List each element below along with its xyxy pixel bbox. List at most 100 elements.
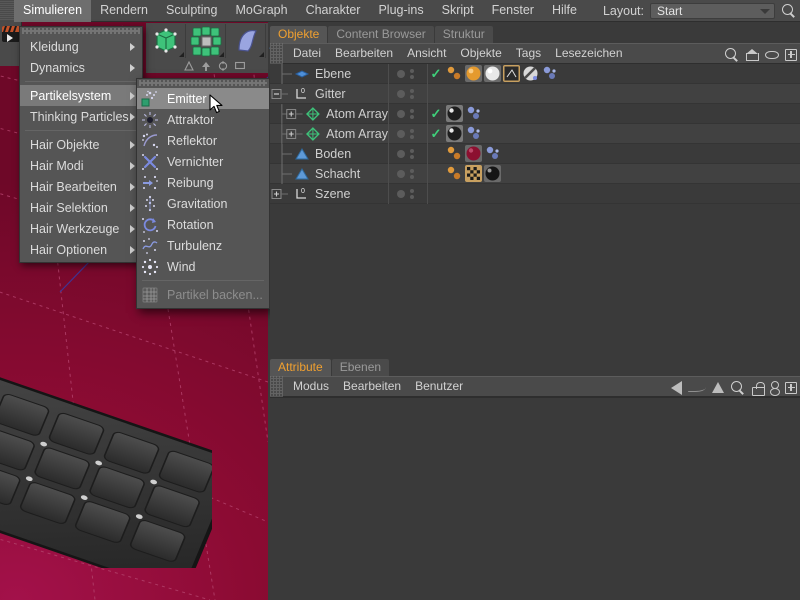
eye-icon[interactable] bbox=[765, 50, 779, 59]
tag-group[interactable] bbox=[444, 125, 482, 142]
visibility-dots[interactable] bbox=[388, 163, 428, 184]
menu-item-attraktor[interactable]: Attraktor bbox=[137, 109, 269, 130]
menu-tearoff-handle[interactable] bbox=[22, 28, 140, 34]
simulieren-dropdown-menu[interactable]: Kleidung Dynamics Partikelsystem Thinkin… bbox=[19, 26, 143, 263]
table-row[interactable]: Ebene ✓ bbox=[270, 64, 800, 84]
layout-dropdown[interactable]: Start bbox=[650, 3, 775, 19]
black-material-tag[interactable] bbox=[484, 165, 501, 182]
visibility-dots[interactable] bbox=[388, 103, 428, 124]
add-box-icon[interactable] bbox=[785, 48, 797, 61]
white-material-tag[interactable] bbox=[484, 65, 501, 82]
xpresso-tag[interactable] bbox=[465, 125, 482, 142]
editor-visibility-dot[interactable] bbox=[397, 109, 405, 118]
visibility-dots[interactable] bbox=[388, 183, 428, 204]
axis-icon[interactable] bbox=[184, 61, 194, 71]
panel-grip[interactable] bbox=[270, 43, 283, 64]
primitives-toolbar[interactable] bbox=[146, 23, 305, 59]
render-visibility-dots[interactable] bbox=[410, 148, 414, 159]
am-menu-modus[interactable]: Modus bbox=[286, 376, 336, 397]
home-icon[interactable] bbox=[746, 48, 759, 61]
tab-content-browser[interactable]: Content Browser bbox=[328, 26, 434, 43]
attribute-manager-header-icons[interactable] bbox=[671, 377, 797, 398]
object-manager-menu-bar[interactable]: Datei Bearbeiten Ansicht Objekte Tags Le… bbox=[270, 43, 800, 64]
menu-item-partikelsystem[interactable]: Partikelsystem bbox=[20, 85, 142, 106]
menu-simulieren[interactable]: Simulieren bbox=[14, 0, 92, 22]
tag-group[interactable] bbox=[444, 105, 482, 122]
tab-objekte[interactable]: Objekte bbox=[270, 26, 328, 43]
visibility-dots[interactable] bbox=[388, 143, 428, 164]
editor-visibility-dot[interactable] bbox=[397, 69, 405, 78]
search-icon[interactable] bbox=[781, 3, 797, 19]
enable-check-icon[interactable]: ✓ bbox=[428, 106, 444, 122]
table-row[interactable]: Boden bbox=[270, 143, 800, 164]
am-menu-bearbeiten[interactable]: Bearbeiten bbox=[336, 376, 408, 397]
enable-check-icon[interactable]: ✓ bbox=[428, 126, 444, 142]
menu-item-hair-werkzeuge[interactable]: Hair Werkzeuge bbox=[20, 218, 142, 239]
om-menu-ansicht[interactable]: Ansicht bbox=[400, 43, 453, 64]
tab-ebenen[interactable]: Ebenen bbox=[331, 359, 390, 376]
point-cache-tag[interactable] bbox=[446, 165, 463, 182]
menu-sculpting[interactable]: Sculpting bbox=[157, 0, 226, 22]
texture-restrict-tag[interactable] bbox=[503, 65, 520, 82]
render-visibility-dots[interactable] bbox=[410, 168, 414, 179]
attribute-manager[interactable]: Attribute Ebenen Modus Bearbeiten Benutz… bbox=[270, 358, 800, 600]
menu-item-hair-selektion[interactable]: Hair Selektion bbox=[20, 197, 142, 218]
menubar-grip[interactable] bbox=[0, 0, 14, 22]
layout-selector-group[interactable]: Layout: Start bbox=[603, 0, 800, 22]
om-menu-tags[interactable]: Tags bbox=[509, 43, 548, 64]
menu-charakter[interactable]: Charakter bbox=[297, 0, 370, 22]
tab-attribute[interactable]: Attribute bbox=[270, 359, 331, 376]
object-row-name[interactable]: 0 Szene bbox=[270, 184, 388, 204]
tag-group[interactable] bbox=[444, 145, 501, 162]
person-icon[interactable] bbox=[769, 381, 780, 396]
point-cache-tag[interactable] bbox=[446, 65, 463, 82]
object-row-name[interactable]: Atom Array bbox=[270, 123, 388, 144]
object-row-name[interactable]: Atom Array bbox=[270, 103, 388, 124]
menu-item-dynamics[interactable]: Dynamics bbox=[20, 57, 142, 78]
visibility-dots[interactable] bbox=[388, 83, 428, 104]
xpresso-tag[interactable] bbox=[541, 65, 558, 82]
menu-item-hair-modi[interactable]: Hair Modi bbox=[20, 155, 142, 176]
enable-check-icon[interactable]: ✓ bbox=[428, 66, 444, 82]
menu-item-thinking-particles[interactable]: Thinking Particles bbox=[20, 106, 142, 127]
add-box-icon[interactable] bbox=[785, 381, 797, 394]
orange-material-tag[interactable] bbox=[465, 65, 482, 82]
up-arrow-icon[interactable] bbox=[712, 382, 724, 393]
table-row[interactable]: 0 Szene bbox=[270, 183, 800, 204]
object-row-name[interactable]: Schacht bbox=[270, 163, 388, 184]
red-material-tag[interactable] bbox=[465, 145, 482, 162]
render-visibility-dots[interactable] bbox=[410, 188, 414, 199]
menu-item-hair-optionen[interactable]: Hair Optionen bbox=[20, 239, 142, 260]
search-icon[interactable] bbox=[730, 380, 746, 396]
stripe-material-tag[interactable] bbox=[522, 65, 539, 82]
editor-visibility-dot[interactable] bbox=[397, 89, 405, 98]
main-menu-bar[interactable]: Simulieren Rendern Sculpting MoGraph Cha… bbox=[0, 0, 800, 22]
object-row-name[interactable]: 0 Gitter bbox=[270, 84, 388, 104]
table-row[interactable]: Atom Array ✓ bbox=[270, 103, 800, 124]
menu-item-emitter[interactable]: Emitter bbox=[137, 88, 269, 109]
menu-item-partikel-backen[interactable]: Partikel backen... bbox=[137, 284, 269, 305]
object-manager-tabs[interactable]: Objekte Content Browser Struktur bbox=[270, 25, 800, 43]
menu-rendern[interactable]: Rendern bbox=[91, 0, 157, 22]
render-visibility-dots[interactable] bbox=[410, 108, 414, 119]
menu-item-vernichter[interactable]: Vernichter bbox=[137, 151, 269, 172]
om-menu-objekte[interactable]: Objekte bbox=[453, 43, 508, 64]
bend-deformer-icon[interactable] bbox=[226, 24, 266, 58]
lock-icon[interactable] bbox=[752, 381, 765, 396]
render-visibility-dots[interactable] bbox=[410, 88, 414, 99]
menu-fenster[interactable]: Fenster bbox=[483, 0, 543, 22]
menu-item-hair-objekte[interactable]: Hair Objekte bbox=[20, 134, 142, 155]
object-row-name[interactable]: Ebene bbox=[270, 64, 388, 84]
om-menu-datei[interactable]: Datei bbox=[286, 43, 328, 64]
dark-material-tag[interactable] bbox=[446, 125, 463, 142]
menu-item-rotation[interactable]: Rotation bbox=[137, 214, 269, 235]
am-menu-benutzer[interactable]: Benutzer bbox=[408, 376, 470, 397]
render-view-icon[interactable] bbox=[2, 26, 20, 42]
editor-visibility-dot[interactable] bbox=[397, 169, 405, 178]
monitor-icon[interactable] bbox=[235, 61, 245, 71]
attribute-manager-tabs[interactable]: Attribute Ebenen bbox=[270, 358, 800, 376]
menu-item-kleidung[interactable]: Kleidung bbox=[20, 36, 142, 57]
xpresso-tag[interactable] bbox=[465, 105, 482, 122]
partikelsystem-submenu[interactable]: Emitter Attraktor Reflektor Vernichter R… bbox=[136, 78, 270, 309]
search-icon[interactable] bbox=[724, 47, 740, 63]
